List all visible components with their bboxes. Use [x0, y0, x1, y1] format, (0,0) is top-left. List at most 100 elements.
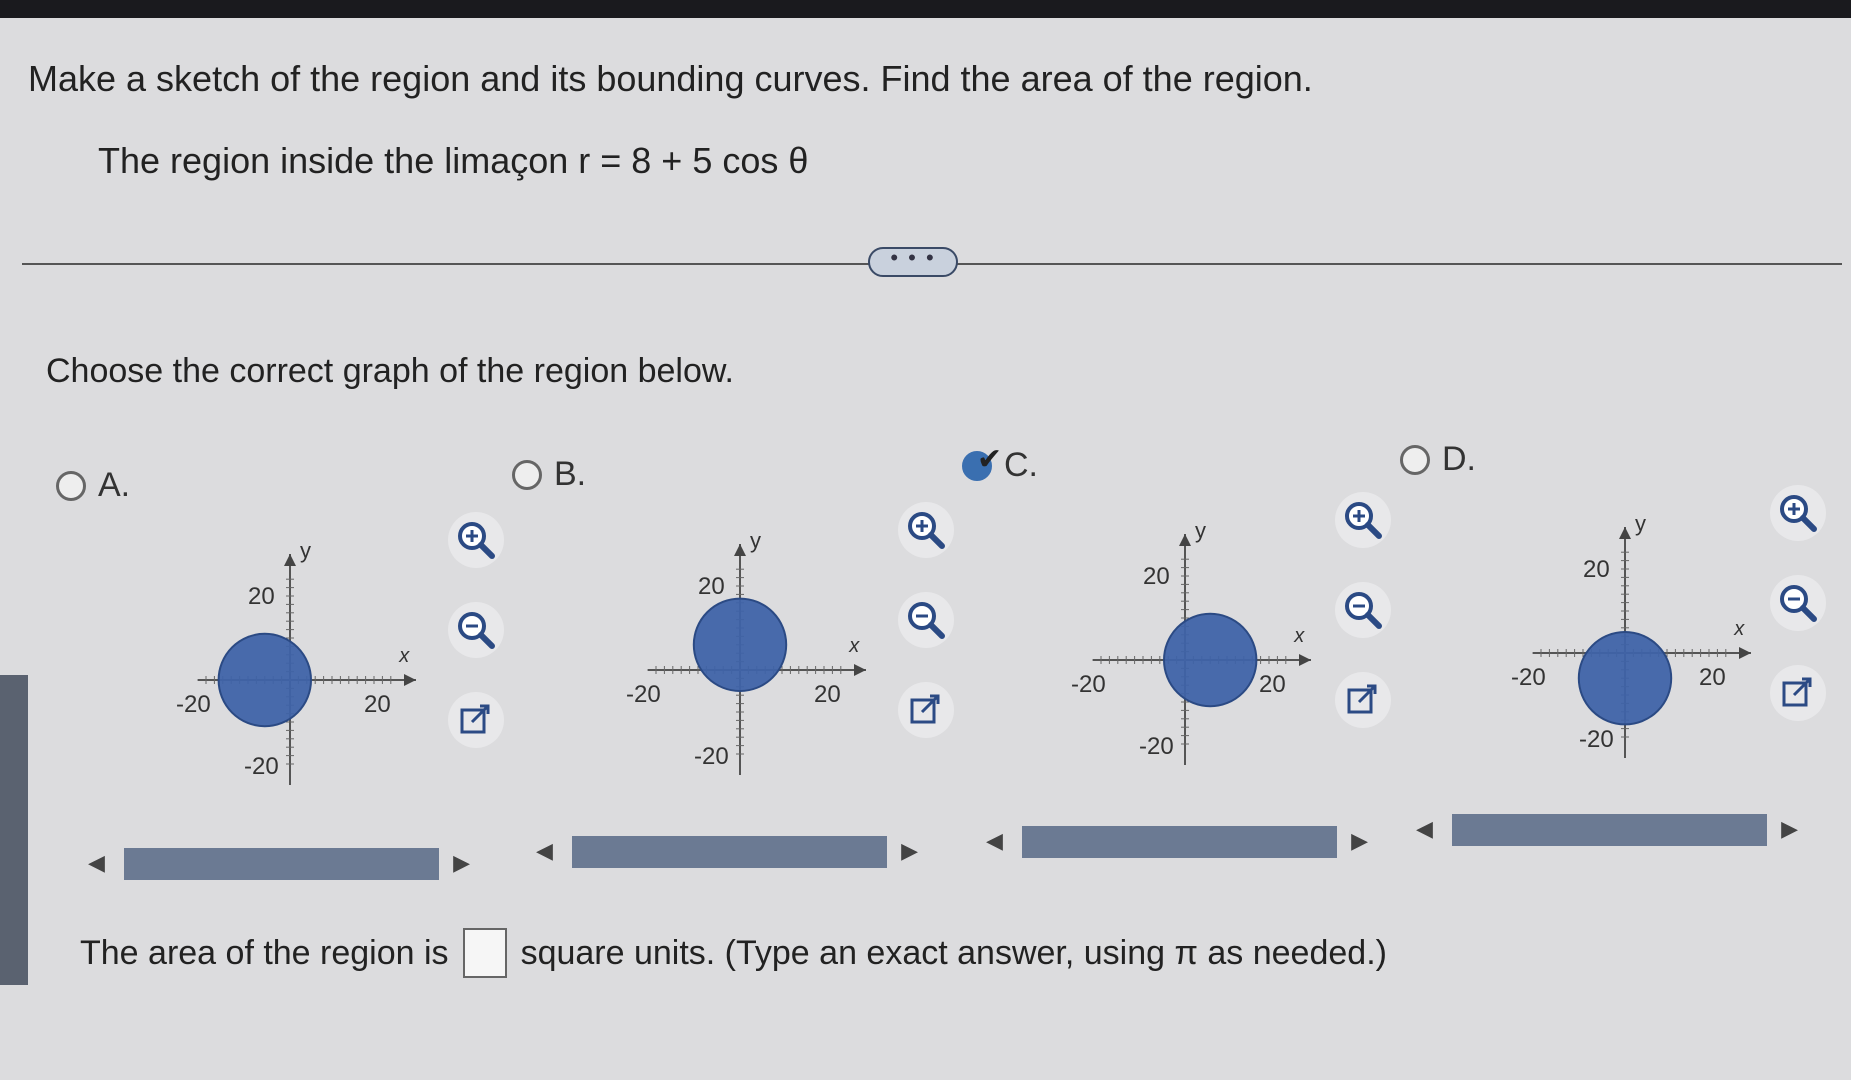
zoom-in-button[interactable] — [1335, 492, 1391, 548]
scroll-left-icon[interactable]: ◀ — [1416, 816, 1433, 842]
zoom-in-icon — [1345, 502, 1382, 539]
scrollbar-b[interactable]: ◀ ▶ — [530, 830, 930, 874]
zoom-out-button[interactable] — [1770, 575, 1826, 631]
x-tick-label: -20 — [1511, 664, 1546, 691]
graph-c-svg: 20 -20 20 -20 x y — [1071, 518, 1311, 765]
x-axis-arrow — [1299, 654, 1311, 666]
radio-a[interactable] — [56, 470, 86, 501]
x-tick-label: -20 — [1071, 671, 1106, 698]
zoom-out-button[interactable] — [448, 602, 504, 658]
x-axis-label: x — [1293, 625, 1305, 647]
scroll-thumb[interactable] — [1022, 826, 1337, 858]
y-tick-label: -20 — [694, 743, 729, 770]
y-tick-label: 20 — [1583, 556, 1610, 583]
radio-b[interactable] — [512, 459, 542, 490]
option-b[interactable]: B. — [512, 455, 586, 494]
y-tick-label: -20 — [1139, 733, 1174, 760]
zoom-in-icon — [1780, 495, 1817, 532]
zoom-in-button[interactable] — [448, 512, 504, 568]
answer-suffix: square units. (Type an exact answer, usi… — [520, 933, 1387, 972]
region-shape — [692, 597, 788, 693]
y-axis-arrow — [734, 544, 746, 556]
more-button[interactable]: • • • — [868, 247, 958, 277]
y-tick-label: 20 — [248, 583, 275, 610]
scroll-right-icon[interactable]: ▶ — [453, 850, 470, 876]
x-tick-label: 20 — [1699, 664, 1726, 691]
region-shape — [1163, 612, 1258, 708]
scroll-right-icon[interactable]: ▶ — [1351, 828, 1368, 854]
zoom-out-icon — [1345, 592, 1382, 629]
x-axis-arrow — [854, 664, 866, 676]
option-d-label: D. — [1442, 440, 1476, 478]
graph-b: 20 -20 20 -20 x y — [565, 505, 915, 835]
popout-button[interactable] — [898, 682, 954, 738]
scroll-right-icon[interactable]: ▶ — [1781, 816, 1798, 842]
x-tick-label: 20 — [814, 681, 841, 708]
zoom-out-icon — [458, 612, 495, 649]
zoom-in-button[interactable] — [1770, 485, 1826, 541]
zoom-in-icon — [908, 512, 945, 549]
y-axis-arrow — [284, 554, 296, 566]
graph-d-svg: 20 -20 20 -20 x y — [1511, 511, 1751, 758]
y-axis-label: y — [300, 538, 311, 563]
popout-icon — [910, 694, 940, 724]
top-bar — [0, 0, 1851, 18]
scrollbar-d[interactable]: ◀ ▶ — [1410, 808, 1810, 852]
option-d[interactable]: D. — [1400, 440, 1476, 479]
region-shape — [1577, 631, 1673, 726]
x-axis-arrow — [1739, 647, 1751, 659]
popout-button[interactable] — [1770, 665, 1826, 721]
scrollbar-a[interactable]: ◀ ▶ — [82, 842, 482, 886]
choose-prompt: Choose the correct graph of the region b… — [46, 352, 734, 390]
scroll-right-icon[interactable]: ▶ — [901, 838, 918, 864]
left-edge-bar — [0, 675, 28, 985]
zoom-out-icon — [908, 602, 945, 639]
popout-icon — [460, 704, 490, 734]
x-tick-label: 20 — [364, 691, 391, 718]
scroll-left-icon[interactable]: ◀ — [986, 828, 1003, 854]
graph-d: 20 -20 20 -20 x y — [1450, 488, 1800, 818]
y-tick-label: 20 — [698, 573, 725, 600]
x-axis-label: x — [398, 645, 410, 667]
y-tick-label: -20 — [1579, 726, 1614, 753]
radio-c-selected[interactable]: ✔ — [962, 443, 1002, 481]
answer-prefix: The area of the region is — [80, 933, 449, 972]
zoom-out-button[interactable] — [1335, 582, 1391, 638]
option-a[interactable]: A. — [56, 466, 130, 505]
answer-line: The area of the region is square units. … — [80, 928, 1387, 978]
scroll-thumb[interactable] — [124, 848, 439, 880]
x-tick-label: -20 — [176, 691, 211, 718]
option-b-label: B. — [554, 455, 587, 493]
graph-a: 20 -20 20 -20 x y — [115, 515, 465, 845]
popout-button[interactable] — [1335, 672, 1391, 728]
popout-icon — [1347, 684, 1377, 714]
region-description: The region inside the limaçon r = 8 + 5 … — [98, 140, 809, 181]
radio-d[interactable] — [1400, 444, 1430, 475]
tools-b — [898, 502, 958, 762]
y-axis-arrow — [1619, 527, 1631, 539]
zoom-in-icon — [458, 522, 495, 559]
scroll-thumb[interactable] — [572, 836, 887, 868]
x-axis-arrow — [404, 674, 416, 686]
y-tick-label: 20 — [1143, 563, 1170, 590]
tools-a — [448, 512, 508, 772]
option-c[interactable]: ✔ C. — [962, 443, 1038, 485]
answer-input[interactable] — [462, 928, 507, 978]
scroll-left-icon[interactable]: ◀ — [88, 850, 105, 876]
graph-c: 20 -20 20 -20 x y — [1010, 495, 1360, 825]
question-text: Make a sketch of the region and its boun… — [28, 58, 1313, 99]
tools-c — [1335, 492, 1395, 752]
popout-icon — [1782, 677, 1812, 707]
scrollbar-c[interactable]: ◀ ▶ — [980, 820, 1380, 864]
x-tick-label: -20 — [626, 681, 661, 708]
option-c-label: C. — [1004, 446, 1038, 484]
popout-button[interactable] — [448, 692, 504, 748]
region-shape — [217, 632, 313, 728]
graph-a-svg: 20 -20 20 -20 x y — [176, 538, 416, 785]
scroll-left-icon[interactable]: ◀ — [536, 838, 553, 864]
zoom-in-button[interactable] — [898, 502, 954, 558]
scroll-thumb[interactable] — [1452, 814, 1767, 846]
y-axis-label: y — [750, 528, 761, 553]
zoom-out-button[interactable] — [898, 592, 954, 648]
y-axis-label: y — [1195, 518, 1206, 543]
